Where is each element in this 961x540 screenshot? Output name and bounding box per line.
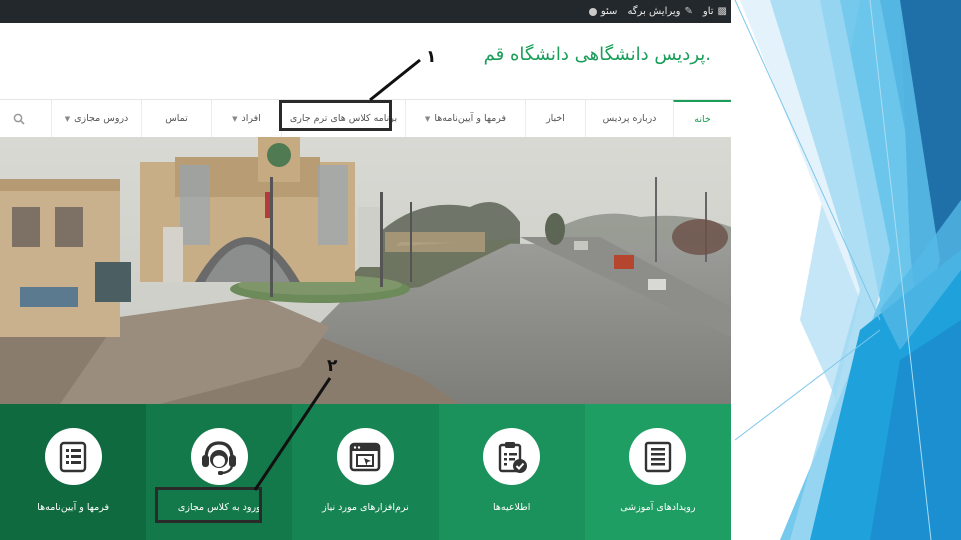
nav-item-label: اخبار (546, 113, 565, 124)
pencil-icon: ✎ (684, 6, 693, 17)
nav-item-home[interactable]: خانه (673, 100, 731, 137)
nav-item-contact[interactable]: تماس (141, 100, 211, 137)
tile-announcements[interactable]: اطلاعیه‌ها (438, 404, 585, 540)
website-screenshot: ▩ تاو ✎ ویرایش برگه سئو .پردیس دانشگاهی … (0, 0, 731, 540)
seo-status-icon (588, 7, 597, 16)
tile-software[interactable]: نرم‌افزارهای مورد نیاز (292, 404, 439, 540)
annotation-marker-2: ۲ (327, 356, 338, 376)
tile-label: اطلاعیه‌ها (492, 502, 531, 513)
nav-item-about[interactable]: درباره پردیس (585, 100, 673, 137)
seo-menu[interactable]: سئو (588, 6, 618, 17)
chevron-down-icon: ▼ (232, 114, 238, 123)
clipboard-check-icon (483, 428, 541, 485)
newspaper-icon (629, 428, 687, 485)
admin-bar: ▩ تاو ✎ ویرایش برگه سئو (0, 0, 731, 23)
search-icon (13, 113, 25, 125)
quick-links: فرمها و آیین‌نامه‌ها ورود به کلاس مجازی (0, 404, 731, 540)
browser-window-icon (336, 428, 394, 485)
nav-item-label: فرمها و آیین‌نامه‌ها (434, 113, 507, 124)
nav-item-forms[interactable]: فرمها و آیین‌نامه‌ها ▼ (405, 100, 525, 137)
nav-item-virtual-courses[interactable]: دروس مجازی ▼ (51, 100, 141, 137)
nav-item-label: تماس (165, 113, 188, 124)
seo-label: سئو (600, 6, 618, 17)
document-list-icon (44, 428, 102, 485)
admin-bar-site-link[interactable]: ▩ تاو (703, 6, 727, 17)
edit-page-link[interactable]: ✎ ویرایش برگه (627, 6, 692, 17)
nav-item-label: درباره پردیس (602, 113, 657, 124)
headset-support-icon (190, 428, 248, 485)
tile-events[interactable]: رویدادهای آموزشی (584, 404, 731, 540)
nav-item-news[interactable]: اخبار (525, 100, 585, 137)
annotation-box-class-schedule (279, 100, 392, 131)
annotation-marker-1: ۱ (426, 47, 437, 67)
site-title[interactable]: .پردیس دانشگاهی دانشگاه قم (484, 44, 711, 65)
annotation-box-virtual-class (155, 487, 262, 523)
nav-search-button[interactable] (0, 100, 38, 137)
hero-image (0, 137, 731, 404)
edit-page-label: ویرایش برگه (627, 6, 681, 17)
tile-label: رویدادهای آموزشی (620, 502, 696, 513)
chevron-down-icon: ▼ (64, 114, 71, 123)
chevron-down-icon: ▼ (424, 114, 431, 123)
nav-item-label: دروس مجازی (74, 113, 129, 124)
admin-bar-site-label: تاو (702, 6, 714, 17)
nav-item-people[interactable]: افراد ▼ (211, 100, 281, 137)
nav-item-label: خانه (694, 114, 711, 125)
wordpress-icon: ▩ (717, 6, 727, 17)
nav-item-label: افراد (241, 113, 261, 124)
tile-label: نرم‌افزارهای مورد نیاز (322, 502, 409, 513)
tile-label: فرمها و آیین‌نامه‌ها (37, 502, 109, 513)
tile-forms[interactable]: فرمها و آیین‌نامه‌ها (0, 404, 147, 540)
